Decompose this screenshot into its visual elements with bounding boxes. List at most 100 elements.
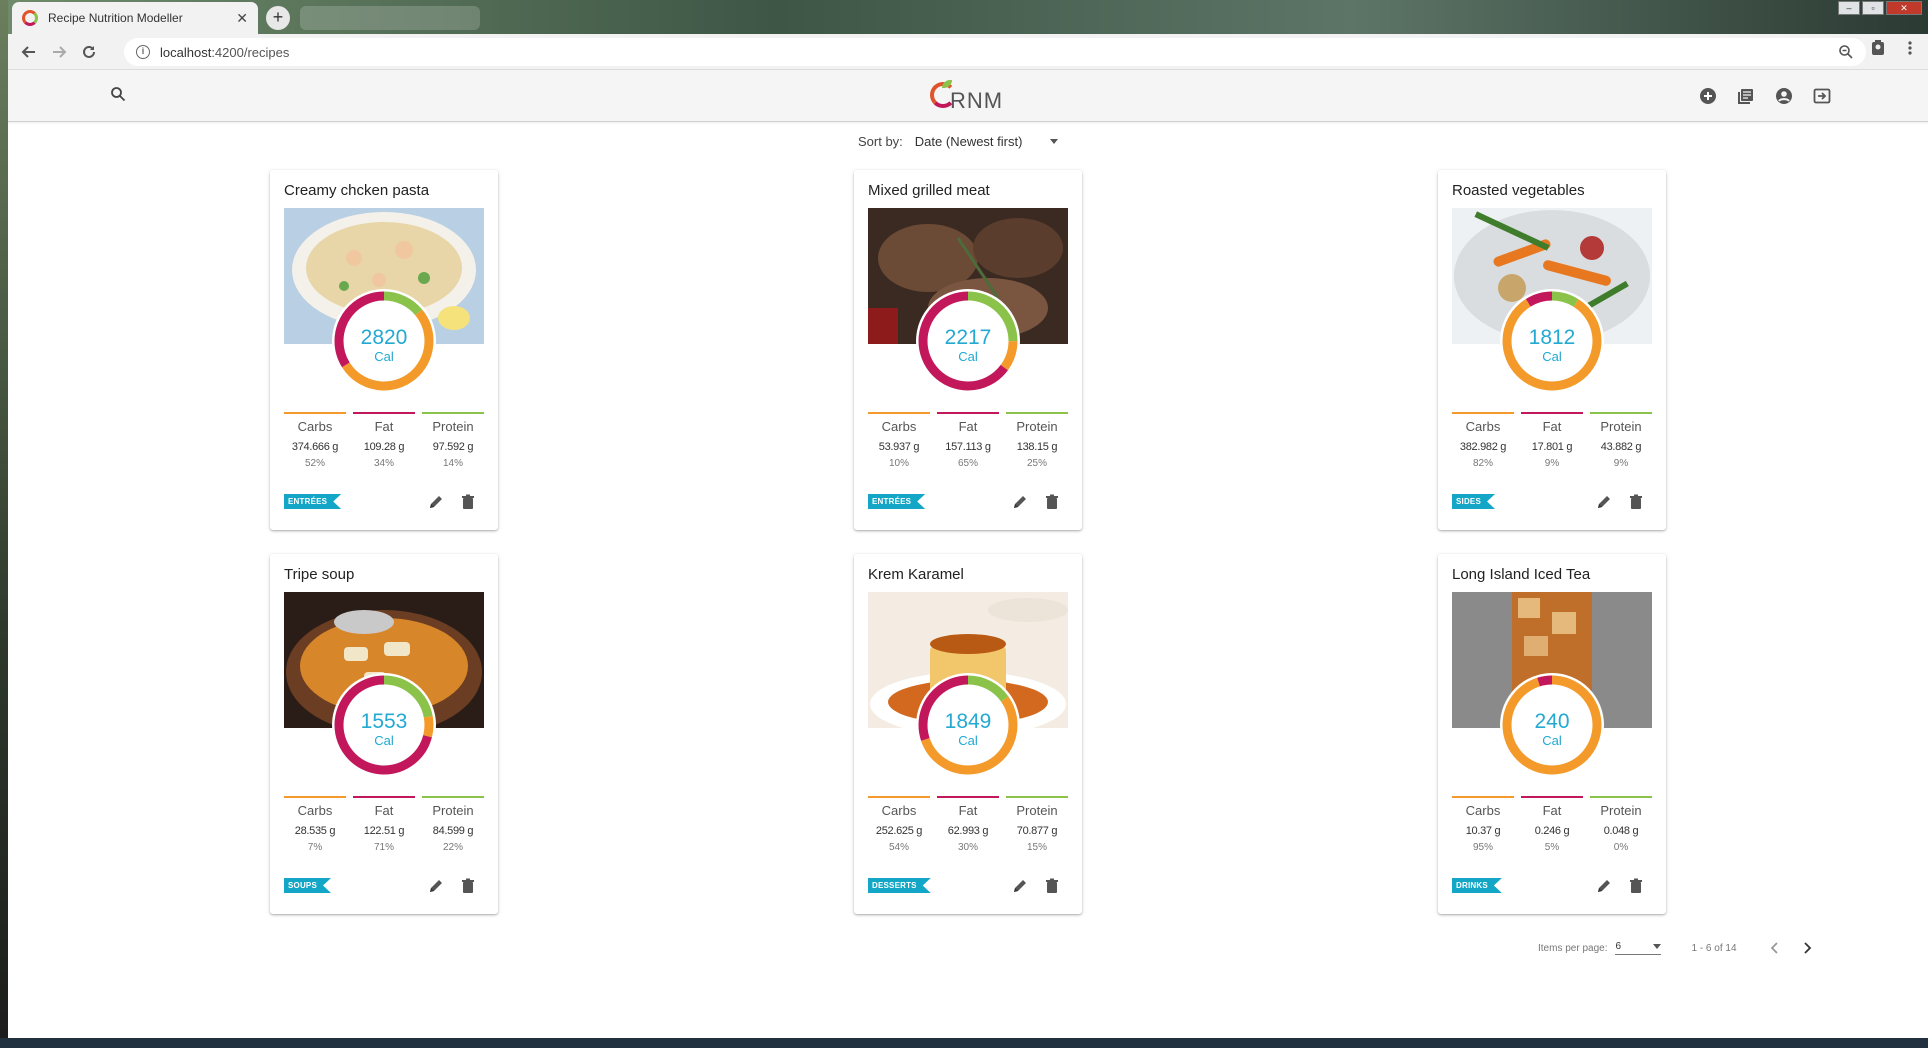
sort-select[interactable]: Date (Newest first)	[915, 134, 1059, 149]
app-logo[interactable]: RNM	[930, 80, 1010, 114]
minimize-button[interactable]: –	[1838, 1, 1860, 15]
dropdown-arrow-icon	[1050, 139, 1059, 144]
address-bar[interactable]: i localhost:4200/recipes	[124, 38, 1866, 66]
recipe-card[interactable]: Mixed grilled meat 2217 Cal Carbs 53.937…	[854, 170, 1082, 530]
browser-tab[interactable]: Recipe Nutrition Modeller ✕	[12, 2, 258, 34]
account-button[interactable]	[1774, 86, 1794, 106]
logo-text: RNM	[950, 88, 1004, 113]
add-recipe-button[interactable]	[1698, 86, 1718, 106]
new-tab-button[interactable]: +	[266, 6, 290, 30]
macro-breakdown: Carbs 53.937 g 10% Fat 157.113 g 65% Pro…	[868, 412, 1068, 469]
protein-grams: 138.15 g	[1016, 441, 1058, 453]
category-tag[interactable]: SOUPS	[284, 878, 331, 893]
logout-button[interactable]	[1812, 86, 1832, 106]
recipe-card[interactable]: Krem Karamel 1849 Cal Carbs 252.625 g 54…	[854, 554, 1082, 914]
calorie-donut-chart: 2820 Cal	[332, 289, 436, 393]
category-tag[interactable]: DESSERTS	[868, 878, 931, 893]
items-per-page-value: 6	[1615, 941, 1622, 952]
recipe-card[interactable]: Long Island Iced Tea 240 Cal Carbs 10.37…	[1438, 554, 1666, 914]
search-button[interactable]	[110, 86, 130, 106]
maximize-button[interactable]: ▫	[1862, 1, 1884, 15]
calorie-value: 1553	[361, 710, 408, 733]
delete-trash-icon	[462, 494, 474, 509]
category-tag[interactable]: SIDES	[1452, 494, 1495, 509]
edit-pencil-icon	[430, 880, 442, 892]
recipe-card[interactable]: Tripe soup 1553 Cal Carbs 28.535 g 7% Fa…	[270, 554, 498, 914]
delete-button[interactable]	[1044, 878, 1062, 896]
header-actions	[1698, 86, 1832, 106]
desktop-background	[0, 0, 8, 1048]
carbs-percent: 95%	[1472, 842, 1493, 853]
category-tag[interactable]: DRINKS	[1452, 878, 1502, 893]
back-button[interactable]	[14, 37, 44, 67]
delete-button[interactable]	[1628, 494, 1646, 512]
recipe-card[interactable]: Roasted vegetables 1812 Cal Carbs 382.98…	[1438, 170, 1666, 530]
edit-button[interactable]	[428, 878, 446, 896]
protein-percent: 0%	[1613, 842, 1629, 853]
recipe-name[interactable]: Krem Karamel	[868, 566, 964, 583]
recipe-name[interactable]: Long Island Iced Tea	[1452, 566, 1590, 583]
recipes-list-button[interactable]	[1736, 86, 1756, 106]
carbs-indicator	[284, 412, 346, 414]
calorie-unit: Cal	[958, 349, 978, 364]
macro-label: Protein	[1600, 419, 1642, 434]
carbs-grams: 252.625 g	[875, 825, 923, 837]
recipe-card[interactable]: Creamy chcken pasta 2820 Cal Carbs 374.6…	[270, 170, 498, 530]
zoom-icon[interactable]	[1838, 44, 1854, 60]
macro-fat: Fat 122.51 g 71%	[353, 796, 415, 853]
edit-button[interactable]	[1012, 494, 1030, 512]
fat-percent: 30%	[957, 842, 978, 853]
fat-percent: 9%	[1544, 458, 1560, 469]
fat-grams: 109.28 g	[363, 441, 405, 453]
previous-page-button[interactable]	[1767, 940, 1783, 956]
sort-value: Date (Newest first)	[914, 134, 1023, 149]
more-vert-icon[interactable]	[1902, 40, 1918, 56]
items-per-page-select[interactable]: 6	[1615, 941, 1662, 955]
recipe-name[interactable]: Mixed grilled meat	[868, 182, 990, 199]
edit-button[interactable]	[1012, 878, 1030, 896]
calorie-value: 240	[1534, 710, 1569, 733]
app-header: RNM	[8, 70, 1928, 122]
profile-icon[interactable]	[1870, 40, 1886, 56]
delete-button[interactable]	[1628, 878, 1646, 896]
tab-close-icon[interactable]: ✕	[236, 10, 248, 27]
delete-button[interactable]	[460, 878, 478, 896]
recipe-name[interactable]: Creamy chcken pasta	[284, 182, 429, 199]
page-range: 1 - 6 of 14	[1691, 942, 1737, 954]
delete-button[interactable]	[460, 494, 478, 512]
protein-percent: 22%	[442, 842, 463, 853]
category-tag[interactable]: ENTRÉES	[868, 494, 925, 509]
carbs-percent: 52%	[304, 458, 325, 469]
dropdown-arrow-icon	[1653, 944, 1662, 949]
edit-button[interactable]	[1596, 878, 1614, 896]
app-favicon-icon	[22, 10, 38, 26]
delete-trash-icon	[1630, 494, 1642, 509]
delete-button[interactable]	[1044, 494, 1062, 512]
edit-button[interactable]	[1596, 494, 1614, 512]
delete-trash-icon	[1046, 494, 1058, 509]
fat-percent: 5%	[1544, 842, 1560, 853]
recipe-name[interactable]: Tripe soup	[284, 566, 354, 583]
window-controls: – ▫ ✕	[1838, 1, 1922, 15]
carbs-indicator	[1452, 796, 1514, 798]
carbs-indicator	[868, 412, 930, 414]
recipe-name[interactable]: Roasted vegetables	[1452, 182, 1585, 199]
forward-button[interactable]	[44, 37, 74, 67]
macro-protein: Protein 0.048 g 0%	[1590, 796, 1652, 853]
background-tab[interactable]	[300, 6, 480, 30]
edit-button[interactable]	[428, 494, 446, 512]
macro-protein: Protein 43.882 g 9%	[1590, 412, 1652, 469]
macro-fat: Fat 109.28 g 34%	[353, 412, 415, 469]
carbs-indicator	[1452, 412, 1514, 414]
next-page-button[interactable]	[1799, 940, 1815, 956]
reload-button[interactable]	[74, 37, 104, 67]
edit-pencil-icon	[1598, 496, 1610, 508]
carbs-grams: 53.937 g	[878, 441, 920, 453]
browser-toolbar: i localhost:4200/recipes	[8, 34, 1928, 70]
fat-indicator	[937, 412, 999, 414]
protein-indicator	[422, 796, 484, 798]
site-info-icon[interactable]: i	[136, 45, 150, 59]
window-close-button[interactable]: ✕	[1886, 1, 1922, 15]
category-tag[interactable]: ENTRÉES	[284, 494, 341, 509]
macro-carbs: Carbs 252.625 g 54%	[868, 796, 930, 853]
